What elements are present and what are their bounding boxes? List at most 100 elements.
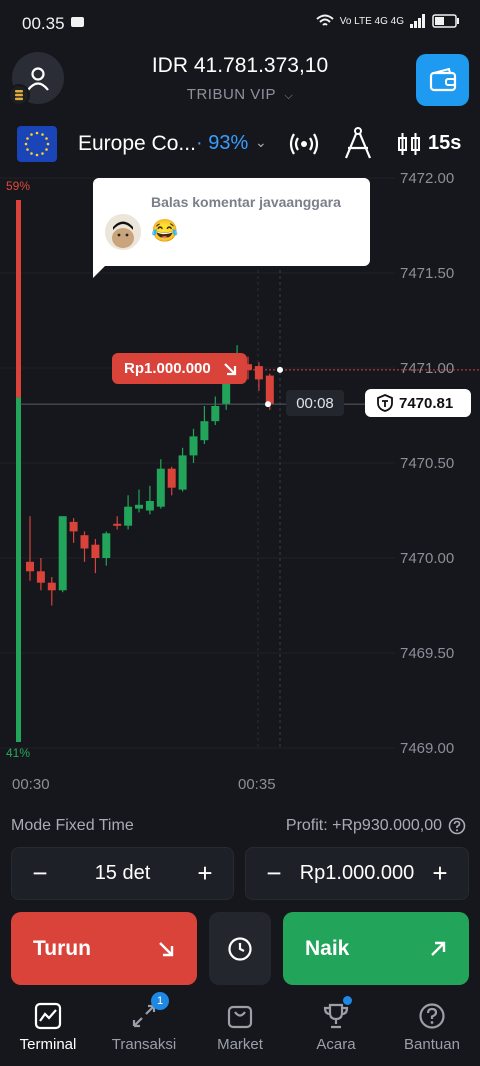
trading-mode-label[interactable]: Mode Fixed Time: [11, 817, 134, 835]
asset-name[interactable]: Europe Co...: [78, 132, 196, 156]
duration-minus-button[interactable]: −: [30, 858, 50, 889]
expiry-timer: 00:08: [286, 390, 344, 416]
profit-info: Profit: +Rp930.000,00: [286, 817, 466, 835]
nav-label: Bantuan: [404, 1036, 460, 1053]
y-tick-label: 7469.50: [400, 645, 454, 662]
candle-body: [145, 501, 154, 511]
x-tick-label: 00:30: [12, 776, 50, 793]
asset-chevron-down-icon[interactable]: ⌄: [255, 134, 267, 151]
chevron-down-icon: ⌵: [284, 90, 294, 102]
network-text: Vo LTE 4G 4G: [339, 15, 404, 27]
candle-body: [200, 421, 209, 441]
amount-value[interactable]: Rp1.000.000: [300, 862, 415, 885]
current-price-value: 7470.81: [399, 394, 454, 412]
amount-minus-button[interactable]: −: [264, 858, 284, 889]
candle-body: [58, 516, 67, 591]
candle-body: [167, 468, 176, 488]
sentiment-up-percent: 59%: [6, 179, 31, 193]
y-tick-label: 7472.00: [400, 170, 454, 187]
current-price-tag: 7470.81: [365, 389, 471, 417]
profit-value: Profit: +Rp930.000,00: [285, 817, 442, 834]
laughing-emoji: 😂: [151, 218, 179, 243]
price-dot: [265, 401, 271, 408]
nav-label: Terminal: [19, 1036, 77, 1053]
nav-market[interactable]: Market: [192, 990, 288, 1066]
nav-terminal[interactable]: Terminal: [0, 990, 96, 1066]
bottom-navigation: Terminal 1 Transaksi Market Acara Bantua…: [0, 990, 480, 1066]
clock-icon: [228, 936, 252, 961]
candle-body: [69, 521, 78, 532]
duration-value[interactable]: 15 det: [95, 862, 151, 885]
candle-body: [189, 436, 198, 456]
account-name: TRIBUN VIP: [186, 86, 276, 103]
entry-dot: [277, 366, 283, 373]
battery-icon: [432, 14, 459, 28]
sentiment-down-percent: 41%: [6, 746, 31, 760]
nav-label: Transaksi: [111, 1036, 177, 1053]
comment-popup-tail: [93, 258, 113, 278]
nav-bantuan[interactable]: Bantuan: [384, 990, 480, 1066]
y-tick-label: 7470.00: [400, 550, 454, 567]
question-icon[interactable]: [448, 817, 466, 835]
drawing-compass-icon[interactable]: [342, 126, 374, 160]
candle-body: [91, 544, 100, 558]
candlestick-type-icon[interactable]: [396, 131, 422, 157]
signals-broadcast-icon[interactable]: [288, 128, 320, 160]
candle-body: [265, 375, 274, 405]
candle-body: [124, 506, 133, 526]
candle-body: [135, 504, 143, 509]
amount-plus-button[interactable]: +: [430, 858, 450, 889]
eu-flag-icon[interactable]: [17, 126, 57, 162]
account-selector[interactable]: TRIBUN VIP ⌵: [0, 86, 480, 103]
arrow-up-right-icon: [431, 941, 446, 956]
camera-record-icon: [71, 17, 84, 27]
wifi-icon: [316, 14, 334, 26]
candle-body: [47, 582, 56, 591]
status-time: 00.35: [22, 14, 65, 33]
help-icon: [419, 1003, 445, 1029]
nav-acara[interactable]: Acara: [288, 990, 384, 1066]
buy-up-button[interactable]: Naik: [283, 912, 469, 985]
duration-stepper[interactable]: − 15 det +: [11, 847, 234, 900]
trade-amount-tag[interactable]: Rp1.000.000: [112, 353, 247, 384]
amount-stepper[interactable]: − Rp1.000.000 +: [245, 847, 469, 900]
trade-amount-value: Rp1.000.000: [124, 360, 211, 377]
candle-body: [26, 561, 34, 572]
pending-trade-button[interactable]: [209, 912, 271, 985]
signal-icon: [410, 14, 425, 28]
sentiment-down-bar: [16, 397, 21, 742]
y-tick-label: 7470.50: [400, 455, 454, 472]
y-tick-label: 7471.00: [400, 360, 454, 377]
account-balance: IDR 41.781.373,10: [151, 54, 329, 77]
shield-icon: [377, 394, 393, 412]
candle-body: [80, 535, 89, 549]
candle-body: [178, 455, 187, 490]
wallet-button[interactable]: [416, 54, 469, 106]
status-bar: 00.35 Vo LTE 4G 4G: [0, 0, 480, 48]
candle-body: [102, 533, 111, 558]
trophy-icon: [323, 1003, 349, 1029]
nav-label: Market: [217, 1036, 263, 1053]
candle-body: [36, 571, 45, 583]
duration-plus-button[interactable]: +: [195, 858, 215, 889]
y-tick-label: 7471.50: [400, 265, 454, 282]
candle-body: [156, 468, 165, 507]
events-notification-dot: [343, 996, 352, 1005]
sell-down-button[interactable]: Turun: [11, 912, 197, 985]
nav-transaksi[interactable]: 1 Transaksi: [96, 990, 192, 1066]
candle-body: [254, 366, 263, 380]
comment-reply-title: Balas komentar javaanggara: [151, 194, 341, 210]
wallet-icon: [429, 68, 456, 92]
down-button-label: Turun: [33, 936, 91, 960]
asset-separator: ·: [196, 132, 203, 154]
y-tick-label: 7469.00: [400, 740, 454, 757]
commenter-avatar: [105, 214, 141, 250]
candle-body: [113, 523, 122, 526]
asset-payout[interactable]: · 93%: [196, 132, 248, 155]
up-button-label: Naik: [305, 936, 350, 960]
nav-label: Acara: [316, 1036, 356, 1053]
sentiment-up-bar: [16, 200, 21, 398]
transactions-count-badge: 1: [151, 992, 169, 1010]
timeframe-selector[interactable]: 15s: [428, 132, 461, 155]
x-tick-label: 00:35: [238, 776, 276, 793]
